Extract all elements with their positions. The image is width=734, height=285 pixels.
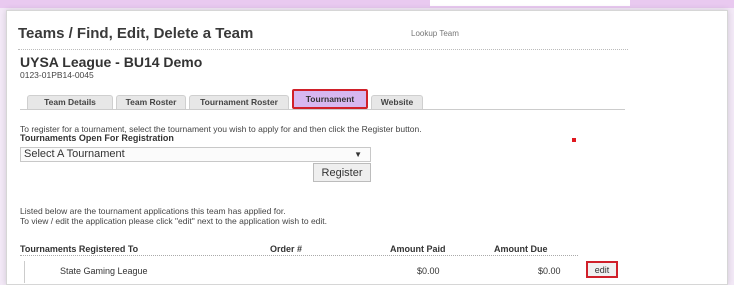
tab-team-roster[interactable]: Team Roster xyxy=(116,95,186,109)
tab-tournament[interactable]: Tournament xyxy=(292,89,368,109)
open-tournaments-label: Tournaments Open For Registration xyxy=(20,133,174,143)
background-decoration xyxy=(430,0,630,6)
annotation-dot xyxy=(572,138,576,142)
screenshot-stage: Teams / Find, Edit, Delete a Team Lookup… xyxy=(0,0,734,285)
row-amount-paid: $0.00 xyxy=(417,266,440,276)
row-tournament-name: State Gaming League xyxy=(60,266,148,276)
applications-edit-hint: To view / edit the application please cl… xyxy=(20,216,328,226)
team-code: 0123-01PB14-0045 xyxy=(20,70,94,80)
lookup-team-link[interactable]: Lookup Team xyxy=(411,29,459,38)
applications-description: Listed below are the tournament applicat… xyxy=(20,206,286,216)
tab-website[interactable]: Website xyxy=(371,95,423,109)
tab-divider xyxy=(20,109,625,110)
tab-tournament-roster[interactable]: Tournament Roster xyxy=(189,95,289,109)
column-header-tournament: Tournaments Registered To xyxy=(20,244,139,254)
column-header-amount-due: Amount Due xyxy=(494,244,548,254)
row-border xyxy=(24,261,25,283)
page-title: Teams / Find, Edit, Delete a Team xyxy=(18,25,254,42)
tab-team-details[interactable]: Team Details xyxy=(27,95,113,109)
column-header-amount-paid: Amount Paid xyxy=(390,244,446,254)
column-header-order: Order # xyxy=(270,244,303,254)
tournament-select[interactable]: Select A Tournament ▼ xyxy=(20,147,371,162)
register-button[interactable]: Register xyxy=(313,163,371,182)
select-value: Select A Tournament xyxy=(24,148,125,160)
team-name: UYSA League - BU14 Demo xyxy=(20,54,203,70)
table-header-divider xyxy=(20,255,578,256)
row-amount-due: $0.00 xyxy=(538,266,561,276)
main-panel: Teams / Find, Edit, Delete a Team Lookup… xyxy=(6,10,728,285)
dropdown-arrow-icon: ▼ xyxy=(354,150,362,159)
title-row: Teams / Find, Edit, Delete a Team Lookup… xyxy=(18,24,628,50)
edit-application-button[interactable]: edit xyxy=(586,261,618,278)
